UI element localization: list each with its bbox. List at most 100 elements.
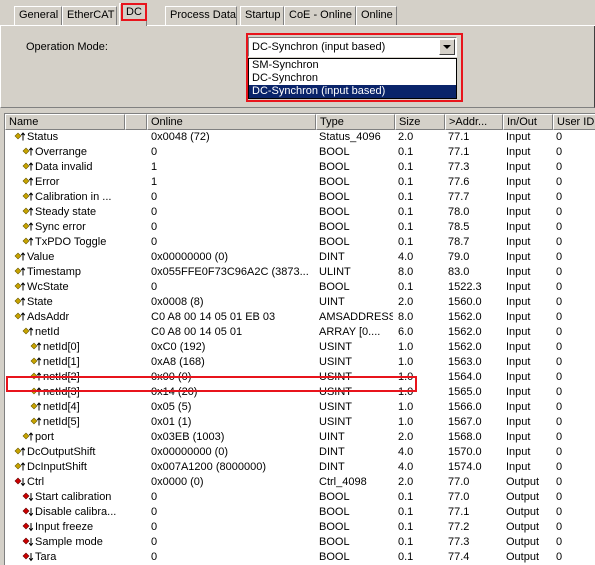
table-row[interactable]: Overrange 0 BOOL 0.1 77.1 Input 0 xyxy=(5,145,595,160)
cell-addr: 1560.0 xyxy=(448,296,482,308)
cell-online: 1 xyxy=(151,176,158,188)
input-variable-icon xyxy=(14,311,26,324)
cell-uid: 0 xyxy=(556,476,563,488)
column-header-spacer[interactable] xyxy=(125,114,147,130)
table-row[interactable]: Sync error 0 BOOL 0.1 78.5 Input 0 xyxy=(5,220,595,235)
cell-size: 1.0 xyxy=(398,416,414,428)
table-row[interactable]: DcOutputShift 0x00000000 (0) DINT 4.0 1570.0… xyxy=(5,445,595,460)
cell-name: Error xyxy=(35,176,60,188)
table-row[interactable]: State 0x0008 (8) UINT 2.0 1560.0 Input 0 xyxy=(5,295,595,310)
cell-addr: 77.0 xyxy=(448,491,470,503)
cell-name: netId[3] xyxy=(43,386,80,398)
cell-online: 0x01 (1) xyxy=(151,416,192,428)
table-row[interactable]: Error 1 BOOL 0.1 77.6 Input 0 xyxy=(5,175,595,190)
tab-process-data[interactable]: Process Data xyxy=(165,6,237,25)
table-row[interactable]: Steady state 0 BOOL 0.1 78.0 Input 0 xyxy=(5,205,595,220)
cell-size: 1.0 xyxy=(398,356,414,368)
table-row[interactable]: netId[2] 0x00 (0) USINT 1.0 1564.0 Input 0 xyxy=(5,370,595,385)
cell-size: 0.1 xyxy=(398,161,414,173)
table-row[interactable]: netId[5] 0x01 (1) USINT 1.0 1567.0 Input 0 xyxy=(5,415,595,430)
cell-name: Timestamp xyxy=(27,266,81,278)
cell-type: USINT xyxy=(319,386,352,398)
table-row[interactable]: Status 0x0048 (72) Status_4096 2.0 77.1 Input… xyxy=(5,130,595,145)
table-row[interactable]: netId C0 A8 00 14 05 01 ARRAY [0.... 6.0 156… xyxy=(5,325,595,340)
cell-online: 0 xyxy=(151,206,158,218)
cell-uid: 0 xyxy=(556,356,563,368)
cell-name: Disable calibra... xyxy=(35,506,117,518)
cell-size: 0.1 xyxy=(398,281,414,293)
table-row[interactable]: Ctrl 0x0000 (0) Ctrl_4098 2.0 77.0 Output 0 xyxy=(5,475,595,490)
table-row[interactable]: Calibration in ... 0 BOOL 0.1 77.7 Input 0 xyxy=(5,190,595,205)
cell-io: Input xyxy=(506,401,531,413)
input-variable-icon xyxy=(14,461,26,474)
column-header-size-label: Size xyxy=(399,116,421,128)
table-row[interactable]: port 0x03EB (1003) UINT 2.0 1568.0 Input 0 xyxy=(5,430,595,445)
table-row[interactable]: AdsAddr C0 A8 00 14 05 01 EB 03 AMSADDRESS… xyxy=(5,310,595,325)
cell-io: Input xyxy=(506,431,531,443)
cell-size: 0.1 xyxy=(398,221,414,233)
cell-name: Sample mode xyxy=(35,536,103,548)
cell-uid: 0 xyxy=(556,281,563,293)
tab-dc[interactable]: DC xyxy=(119,3,147,26)
table-row[interactable]: Disable calibra... 0 BOOL 0.1 77.1 Output 0 xyxy=(5,505,595,520)
column-header-user-id[interactable]: User ID xyxy=(553,114,595,130)
table-row[interactable]: Start calibration 0 BOOL 0.1 77.0 Output 0 xyxy=(5,490,595,505)
cell-name: Data invalid xyxy=(35,161,93,173)
table-row[interactable]: netId[0] 0xC0 (192) USINT 1.0 1562.0 Input 0 xyxy=(5,340,595,355)
column-header-type-label: Type xyxy=(320,116,344,128)
table-row[interactable]: Data invalid 1 BOOL 0.1 77.3 Input 0 xyxy=(5,160,595,175)
cell-addr: 1522.3 xyxy=(448,281,482,293)
input-variable-icon xyxy=(14,266,26,279)
input-variable-icon xyxy=(22,236,34,249)
option-dc-synchron[interactable]: DC-Synchron xyxy=(249,72,456,85)
column-header-inout[interactable]: In/Out xyxy=(503,114,553,130)
cell-online: 0xC0 (192) xyxy=(151,341,206,353)
table-row[interactable]: WcState 0 BOOL 0.1 1522.3 Input 0 xyxy=(5,280,595,295)
column-header-online[interactable]: Online xyxy=(147,114,316,130)
cell-type: DINT xyxy=(319,251,345,263)
cell-size: 0.1 xyxy=(398,551,414,563)
cell-io: Output xyxy=(506,506,540,518)
cell-type: USINT xyxy=(319,356,352,368)
column-header-addr-label: >Addr... xyxy=(449,116,488,128)
tab-online[interactable]: Online xyxy=(356,6,397,25)
tab-ethercat-label: EtherCAT xyxy=(67,9,115,21)
column-header-type[interactable]: Type xyxy=(316,114,395,130)
cell-uid: 0 xyxy=(556,236,563,248)
table-row[interactable]: Timestamp 0x055FFE0F73C96A2C (3873... ULIN… xyxy=(5,265,595,280)
table-row[interactable]: netId[4] 0x05 (5) USINT 1.0 1566.0 Input 0 xyxy=(5,400,595,415)
chevron-down-icon[interactable] xyxy=(439,39,455,55)
table-row[interactable]: netId[3] 0x14 (20) USINT 1.0 1565.0 Input 0 xyxy=(5,385,595,400)
cell-type: BOOL xyxy=(319,221,350,233)
tab-ethercat[interactable]: EtherCAT xyxy=(62,6,117,25)
table-row[interactable]: Value 0x00000000 (0) DINT 4.0 79.0 Input 0 xyxy=(5,250,595,265)
column-header-size[interactable]: Size xyxy=(395,114,445,130)
tab-general[interactable]: General xyxy=(14,6,62,25)
table-row[interactable]: Input freeze 0 BOOL 0.1 77.2 Output 0 xyxy=(5,520,595,535)
cell-addr: 78.5 xyxy=(448,221,470,233)
table-row[interactable]: Tara 0 BOOL 0.1 77.4 Output 0 xyxy=(5,550,595,565)
table-row[interactable]: netId[1] 0xA8 (168) USINT 1.0 1563.0 Input 0 xyxy=(5,355,595,370)
table-row[interactable]: Sample mode 0 BOOL 0.1 77.3 Output 0 xyxy=(5,535,595,550)
cell-name: TxPDO Toggle xyxy=(35,236,107,248)
cell-addr: 79.0 xyxy=(448,251,470,263)
table-row[interactable]: TxPDO Toggle 0 BOOL 0.1 78.7 Input 0 xyxy=(5,235,595,250)
operation-mode-select[interactable]: DC-Synchron (input based) xyxy=(248,37,457,57)
cell-type: BOOL xyxy=(319,236,350,248)
option-dc-synchron-input-based[interactable]: DC-Synchron (input based) xyxy=(249,85,456,98)
column-header-name[interactable]: Name xyxy=(5,114,125,130)
cell-online: 0x00000000 (0) xyxy=(151,446,229,458)
tab-startup[interactable]: Startup xyxy=(240,6,284,25)
tab-coe-online[interactable]: CoE - Online xyxy=(284,6,356,25)
cell-addr: 1564.0 xyxy=(448,371,482,383)
cell-io: Input xyxy=(506,371,531,383)
cell-io: Input xyxy=(506,236,531,248)
cell-addr: 77.3 xyxy=(448,161,470,173)
cell-type: USINT xyxy=(319,401,352,413)
option-sm-synchron[interactable]: SM-Synchron xyxy=(249,59,456,72)
column-header-addr[interactable]: >Addr... xyxy=(445,114,503,130)
table-row[interactable]: DcInputShift 0x007A1200 (8000000) DINT 4.0 1… xyxy=(5,460,595,475)
cell-name: netId[2] xyxy=(43,371,80,383)
tab-coe-online-label: CoE - Online xyxy=(289,9,352,21)
cell-size: 1.0 xyxy=(398,386,414,398)
